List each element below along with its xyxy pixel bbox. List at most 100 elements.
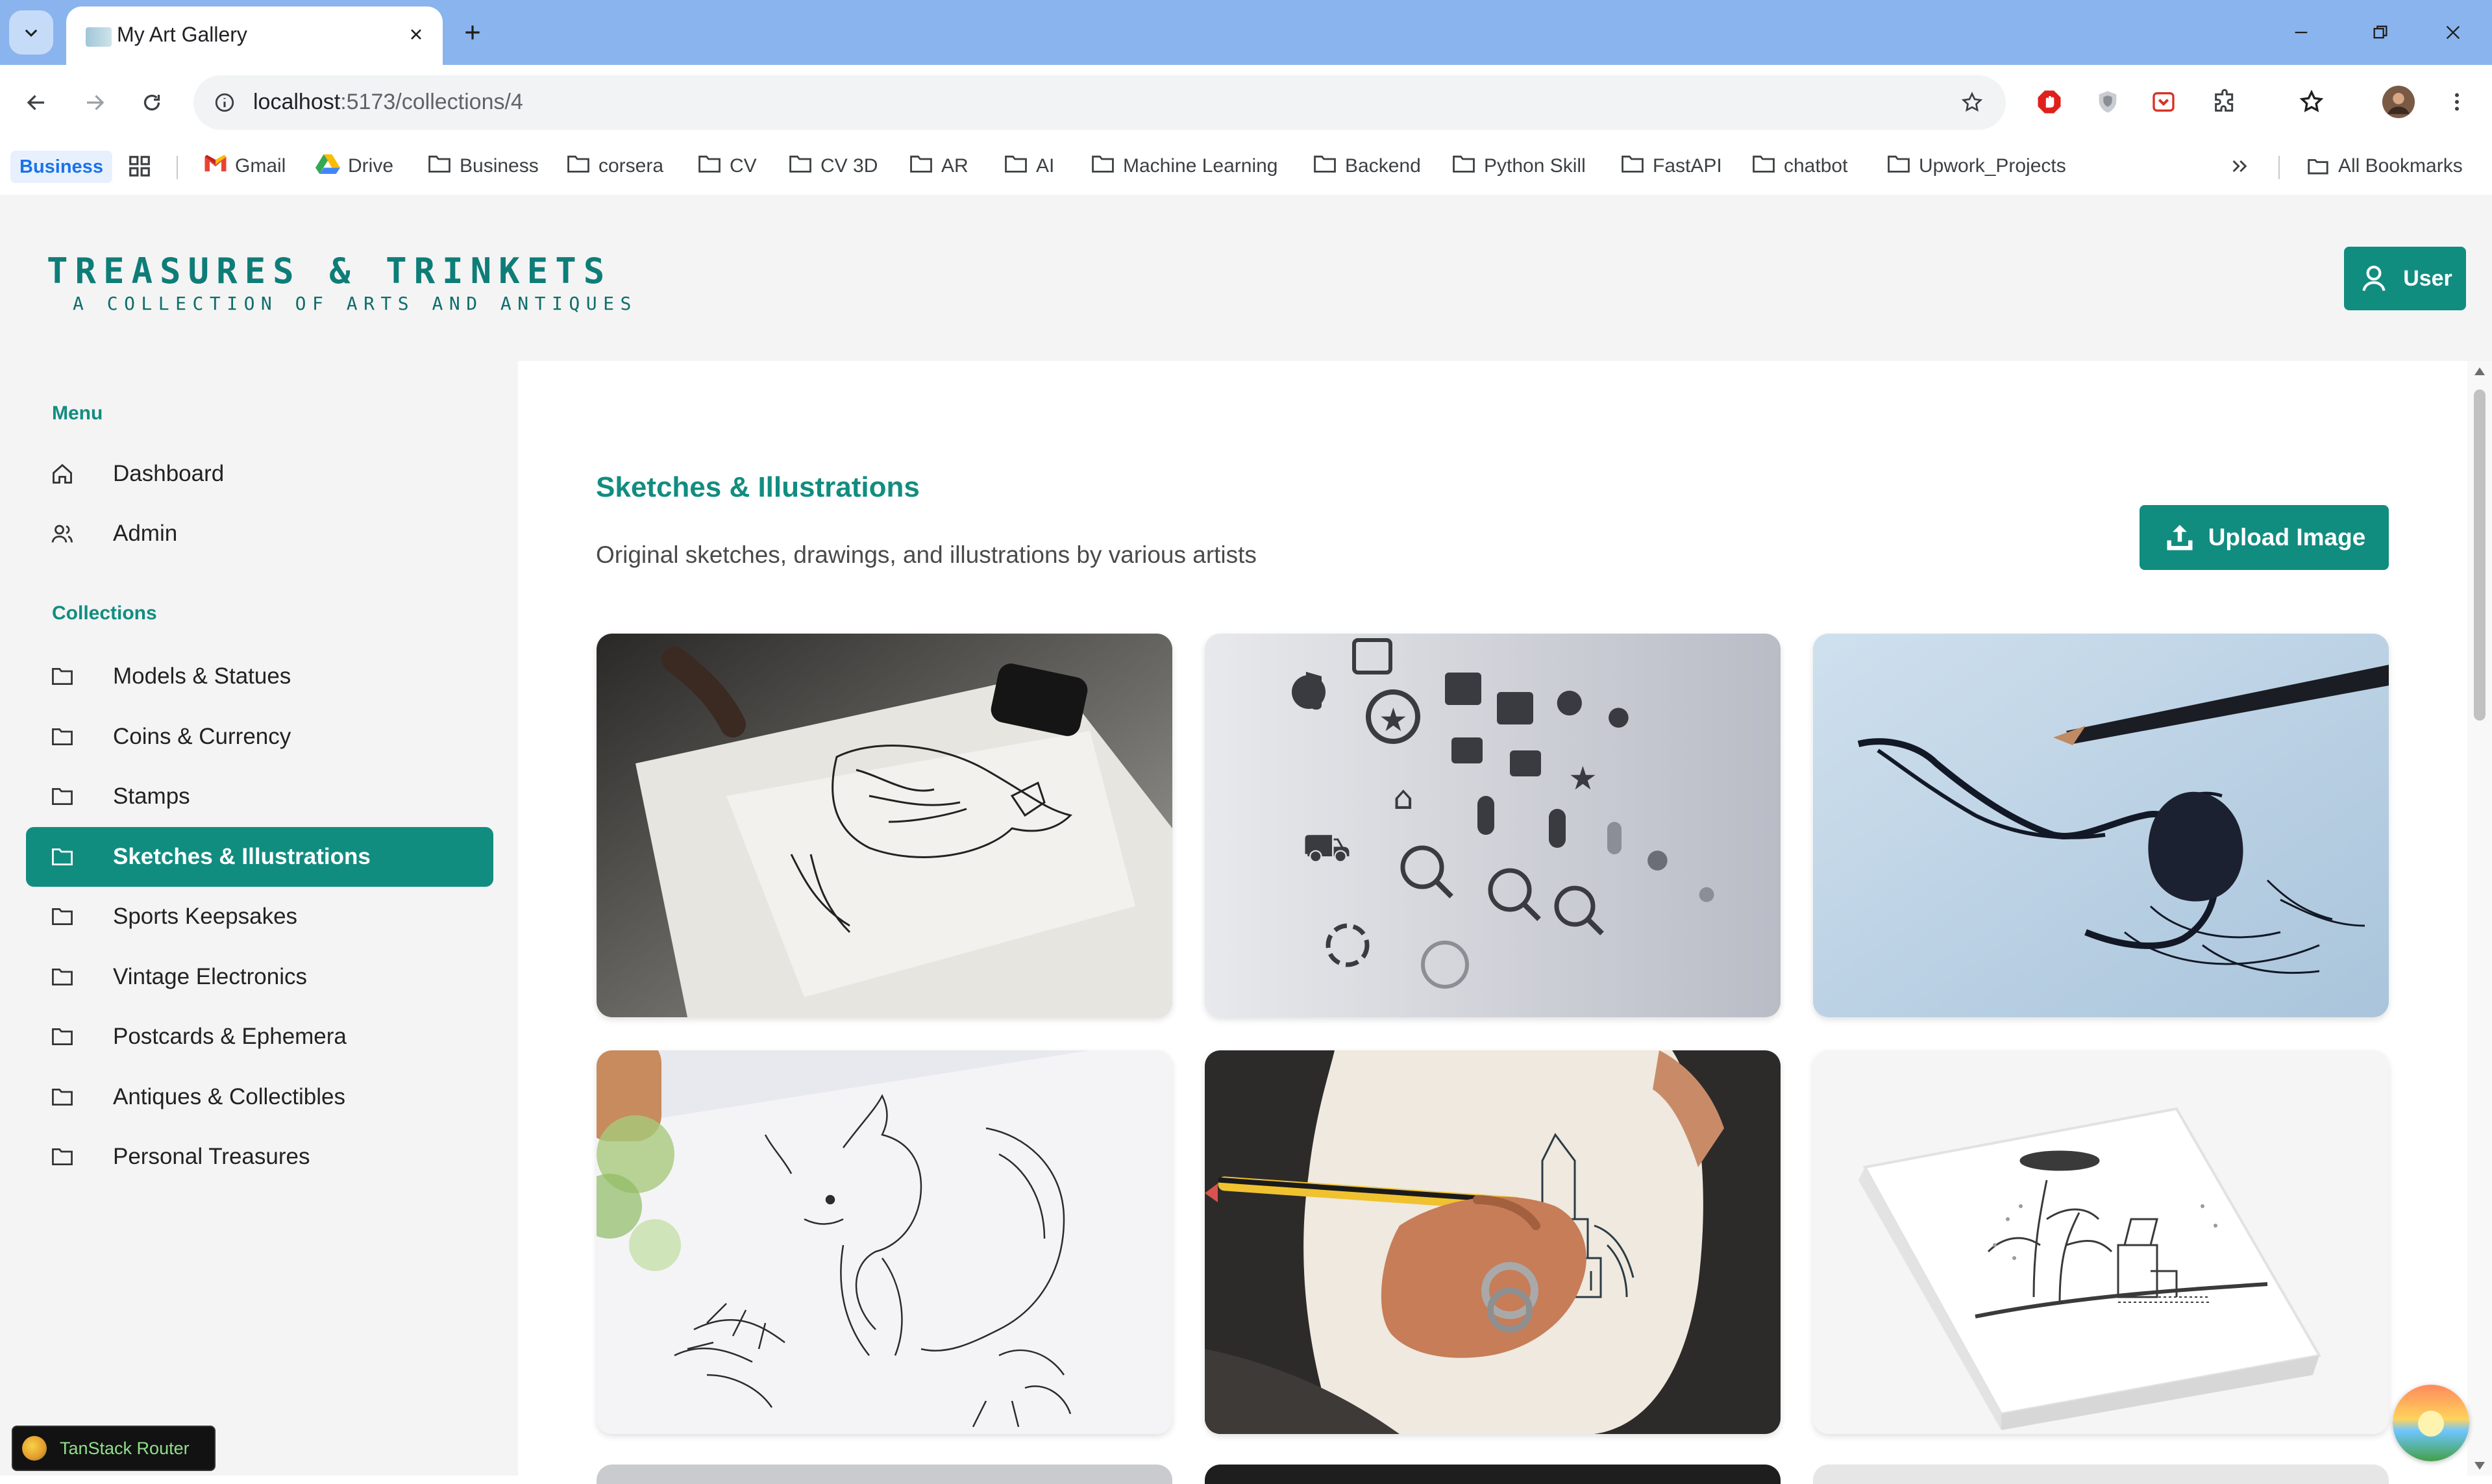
bookmark-cv[interactable]: CV	[697, 148, 757, 184]
folder-icon	[566, 153, 591, 180]
svg-text:⛟: ⛟	[1302, 825, 1351, 871]
forward-button[interactable]	[74, 82, 116, 123]
sidebar-item-admin[interactable]: Admin	[26, 504, 493, 563]
sidebar-item-sketches-illustrations[interactable]: Sketches & Illustrations	[26, 826, 493, 887]
bookmark-backend[interactable]: Backend	[1313, 148, 1421, 184]
sidebar-item-label: Vintage Electronics	[113, 963, 307, 989]
sidebar-item-personal-treasures[interactable]: Personal Treasures	[26, 1127, 493, 1187]
menu-section-title: Menu	[52, 402, 103, 424]
close-window-button[interactable]	[2430, 12, 2476, 53]
apps-grid-button[interactable]	[127, 148, 152, 184]
svg-text:⌂: ⌂	[1393, 779, 1414, 817]
bookmark-fastapi[interactable]: FastAPI	[1620, 148, 1722, 184]
site-favicon-icon	[86, 27, 112, 47]
star-icon	[1961, 92, 1983, 112]
gallery-image-wolf-sketch[interactable]	[597, 634, 1172, 1017]
users-icon	[49, 521, 75, 547]
sidebar-item-antiques-collectibles[interactable]: Antiques & Collectibles	[26, 1067, 493, 1127]
gallery-image-hand-sketchbook[interactable]	[1205, 1050, 1781, 1434]
bookmark-profile-chip[interactable]: Business	[10, 151, 112, 183]
pocket-extension-icon[interactable]	[2143, 82, 2184, 122]
sidebar-item-label: Dashboard	[113, 461, 225, 486]
svg-text:♫: ♫	[1289, 663, 1330, 716]
logo-title: TREASURES & TRINKETS	[47, 251, 612, 291]
bookmark-machine-learning[interactable]: Machine Learning	[1091, 148, 1278, 184]
reading-list-star-icon[interactable]	[2291, 82, 2332, 122]
gallery-image-partial[interactable]	[1813, 1465, 2389, 1484]
all-bookmarks-label: All Bookmarks	[2338, 155, 2463, 177]
site-logo[interactable]: TREASURES & TRINKETS A COLLECTION OF ART…	[47, 251, 637, 314]
browser-tab-active[interactable]: My Art Gallery	[66, 6, 443, 65]
extensions-puzzle-icon[interactable]	[2204, 82, 2245, 122]
bookmark-cv-3d[interactable]: CV 3D	[788, 148, 878, 184]
scrollbar-thumb[interactable]	[2474, 390, 2486, 721]
site-info-icon[interactable]	[209, 87, 240, 118]
gmail-icon	[204, 155, 227, 178]
sidebar-item-dashboard[interactable]: Dashboard	[26, 444, 493, 504]
minimize-icon	[2295, 31, 2308, 34]
sidebar-item-sports-keepsakes[interactable]: Sports Keepsakes	[26, 887, 493, 946]
bookmark-corsera[interactable]: corsera	[566, 148, 663, 184]
home-icon	[49, 461, 75, 487]
gallery-image-squirrel-drawing[interactable]	[597, 1050, 1172, 1434]
reload-button[interactable]	[131, 82, 173, 123]
all-bookmarks-button[interactable]: All Bookmarks	[2306, 148, 2463, 184]
bookmark-gmail[interactable]: Gmail	[204, 148, 286, 184]
upload-image-button[interactable]: Upload Image	[2140, 505, 2389, 570]
main-content: Sketches & Illustrations Original sketch…	[518, 361, 2467, 1484]
adblock-extension-icon[interactable]	[2029, 82, 2069, 122]
sidebar-item-postcards-ephemera[interactable]: Postcards & Ephemera	[26, 1007, 493, 1067]
apps-grid-icon	[129, 156, 150, 177]
folder-icon	[49, 844, 75, 870]
bookmark-label: FastAPI	[1653, 155, 1722, 177]
bookmark-python-skill[interactable]: Python Skill	[1451, 148, 1586, 184]
sidebar-item-label: Sketches & Illustrations	[113, 843, 371, 869]
gallery-image-partial[interactable]	[597, 1465, 1172, 1484]
scroll-up-icon[interactable]	[2473, 365, 2487, 378]
sidebar-item-label: Antiques & Collectibles	[113, 1083, 345, 1109]
browser-menu-button[interactable]	[2437, 82, 2477, 122]
bookmark-drive[interactable]: Drive	[315, 148, 393, 184]
user-button-label: User	[2403, 266, 2452, 291]
tanstack-router-devtools-button[interactable]: TanStack Router	[12, 1426, 216, 1471]
sidebar-item-label: Admin	[113, 521, 178, 546]
back-button[interactable]	[16, 82, 57, 123]
address-bar[interactable]: localhost:5173/collections/4	[193, 75, 2006, 130]
new-tab-button[interactable]	[453, 13, 492, 52]
gallery-image-icon-sketches[interactable]: ♫ ★ ● ● ★ ⌂ ⛟ ● ●	[1205, 634, 1781, 1017]
minimize-window-button[interactable]	[2278, 12, 2324, 53]
bookmark-ai[interactable]: AI	[1004, 148, 1054, 184]
bookmark-ar[interactable]: AR	[909, 148, 968, 184]
folder-icon	[49, 784, 75, 810]
user-button[interactable]: User	[2344, 247, 2466, 310]
profile-avatar[interactable]	[2378, 82, 2419, 122]
shield-extension-icon[interactable]	[2088, 82, 2128, 122]
bookmark-label: CV	[730, 155, 757, 177]
gallery-image-illustrated-book[interactable]	[1813, 1050, 2389, 1434]
sidebar-item-vintage-electronics[interactable]: Vintage Electronics	[26, 947, 493, 1007]
restore-window-button[interactable]	[2358, 12, 2403, 53]
close-icon	[2446, 25, 2460, 40]
bookmark-label: Drive	[348, 155, 394, 177]
svg-text:●: ●	[1555, 682, 1584, 719]
sidebar-item-stamps[interactable]: Stamps	[26, 767, 493, 826]
sidebar-item-models-statues[interactable]: Models & Statues	[26, 647, 493, 706]
gallery-image-partial[interactable]	[1205, 1465, 1781, 1484]
tab-search-button[interactable]	[9, 10, 53, 55]
bookmark-upwork-projects[interactable]: Upwork_Projects	[1886, 148, 2066, 184]
bookmark-label: Python Skill	[1484, 155, 1586, 177]
close-tab-button[interactable]	[399, 17, 434, 52]
tab-title: My Art Gallery	[117, 23, 247, 46]
bookmark-business[interactable]: Business	[427, 148, 539, 184]
more-bookmarks-button[interactable]	[2229, 148, 2250, 184]
bookmark-chatbot[interactable]: chatbot	[1751, 148, 1847, 184]
gallery-image-ink-figure[interactable]	[1813, 634, 2389, 1017]
sidebar: Menu Dashboard Admin Collections Models …	[0, 361, 518, 1476]
sidebar-item-coins-currency[interactable]: Coins & Currency	[26, 707, 493, 767]
page-scrollbar[interactable]	[2467, 361, 2492, 1476]
folder-icon	[2308, 159, 2328, 175]
floating-assistant-icon[interactable]	[2393, 1385, 2469, 1461]
bookmark-star-button[interactable]	[1954, 84, 1990, 121]
close-icon	[411, 29, 421, 40]
scroll-down-icon[interactable]	[2473, 1459, 2487, 1472]
